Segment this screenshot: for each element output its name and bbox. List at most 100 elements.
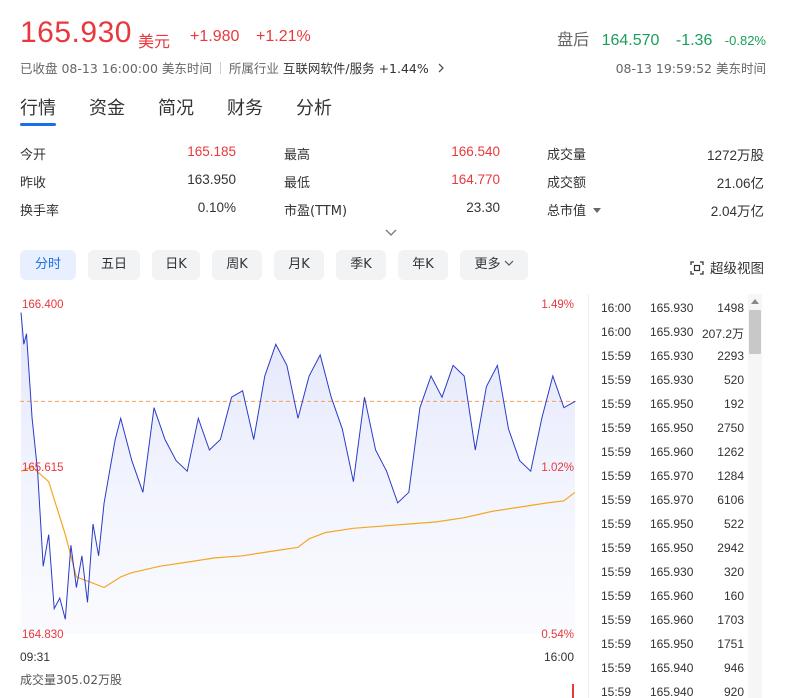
scrollbar-track[interactable] — [748, 294, 762, 698]
period-quarterly[interactable]: 季K — [336, 250, 386, 280]
after-hours-label: 盘后 — [557, 32, 590, 49]
trade-time: 15:59 — [601, 589, 632, 603]
period-yearly[interactable]: 年K — [398, 250, 448, 280]
tab-capital[interactable]: 资金 — [89, 94, 125, 126]
scroll-up-arrow-icon[interactable] — [751, 299, 759, 304]
period-5day[interactable]: 五日 — [88, 250, 140, 280]
main-tabs: 行情 资金 简况 财务 分析 — [20, 94, 365, 126]
price-area — [21, 312, 575, 634]
price-change: +1.980 — [190, 28, 240, 45]
scrollbar-thumb[interactable] — [749, 310, 761, 354]
trade-price: 165.930 — [650, 373, 694, 387]
trade-price: 165.930 — [650, 349, 694, 363]
super-view-button[interactable]: 超级视图 — [690, 257, 764, 277]
market-closed-time: 已收盘 08-13 16:00:00 美东时间 — [20, 61, 212, 76]
industry-link[interactable]: 互联网软件/服务 +1.44% — [283, 61, 445, 76]
trade-price: 165.950 — [650, 637, 694, 651]
period-monthly[interactable]: 月K — [274, 250, 324, 280]
fullscreen-icon — [690, 261, 704, 275]
y-axis-top-label: 166.400 — [22, 299, 64, 311]
quote-time: 08-13 19:59:52 美东时间 — [615, 61, 766, 76]
trade-row: 16:00 165.930 207.2万 — [596, 318, 766, 342]
trade-volume: 2293 — [717, 349, 744, 363]
stat-label: 最高 — [284, 148, 311, 163]
trade-volume: 1284 — [717, 469, 744, 483]
trade-time: 15:59 — [601, 637, 632, 651]
trade-time: 15:59 — [601, 397, 632, 411]
trade-row: 15:59 165.950 1751 — [596, 630, 766, 654]
trade-time: 15:59 — [601, 445, 632, 459]
period-weekly[interactable]: 周K — [212, 250, 262, 280]
trade-price: 165.960 — [650, 613, 694, 627]
market-cap-selector[interactable]: 总市值 — [547, 200, 602, 219]
tab-profile[interactable]: 简况 — [158, 94, 194, 126]
stats-row: 昨收 163.950 最低 164.770 成交额 21.06亿 — [20, 172, 766, 200]
stats-row: 今开 165.185 最高 166.540 成交量 1272万股 — [20, 144, 766, 172]
stat-value: 2.04万亿 — [710, 204, 764, 219]
after-hours-pct: -0.82% — [724, 33, 766, 48]
trade-volume: 522 — [723, 517, 744, 531]
x-axis-end-label: 16:00 — [544, 650, 574, 664]
pct-axis-mid-label: 1.02% — [541, 462, 574, 474]
caret-down-icon — [593, 208, 602, 213]
trade-volume: 1751 — [717, 637, 744, 651]
trade-row: 15:59 165.970 1284 — [596, 462, 766, 486]
intraday-chart-svg: 166.400 165.615 164.830 1.49% 1.02% 0.54… — [20, 299, 576, 698]
period-more-label: 更多 — [474, 257, 501, 272]
stat-label: 成交量 — [547, 148, 587, 163]
stats-grid: 今开 165.185 最高 166.540 成交量 1272万股 昨收 163.… — [20, 144, 766, 228]
trade-volume: 2942 — [717, 541, 744, 555]
trade-time: 15:59 — [601, 421, 632, 435]
stat-value: 0.10% — [197, 200, 236, 215]
stat-value: 23.30 — [466, 200, 500, 215]
expand-chevron-icon[interactable] — [384, 226, 398, 240]
quote-header: 165.930 美元 +1.980 +1.21% 盘后 164.570 -1.3… — [20, 14, 766, 54]
trade-price: 165.940 — [650, 685, 694, 698]
trade-price: 165.930 — [650, 301, 694, 315]
trade-price: 165.930 — [650, 325, 694, 339]
trade-price: 165.950 — [650, 397, 694, 411]
tab-analysis[interactable]: 分析 — [296, 94, 332, 126]
trade-time: 15:59 — [601, 469, 632, 483]
stat-value: 165.185 — [187, 144, 236, 159]
pct-axis-bottom-label: 0.54% — [541, 629, 574, 641]
period-more[interactable]: 更多 — [460, 250, 528, 280]
tab-financials[interactable]: 财务 — [227, 94, 263, 126]
trade-row: 15:59 165.960 160 — [596, 582, 766, 606]
trade-ticks-list[interactable]: 16:00 165.930 1498 16:00 165.930 207.2万 15:59 1… — [596, 294, 766, 698]
trade-row: 15:59 165.950 192 — [596, 390, 766, 414]
trade-price: 165.960 — [650, 445, 694, 459]
y-axis-bottom-label: 164.830 — [22, 629, 64, 641]
trade-row: 16:00 165.930 1498 — [596, 294, 766, 318]
industry-label: 所属行业 — [228, 61, 279, 76]
super-view-label: 超级视图 — [710, 261, 764, 277]
trade-row: 15:59 165.960 1703 — [596, 606, 766, 630]
period-intraday[interactable]: 分时 — [20, 250, 76, 280]
stat-value: 164.770 — [451, 172, 500, 187]
trade-volume: 2750 — [717, 421, 744, 435]
stat-label: 最低 — [284, 176, 311, 191]
period-daily[interactable]: 日K — [152, 250, 200, 280]
trade-volume: 1262 — [717, 445, 744, 459]
stat-label: 市盈(TTM) — [284, 204, 348, 219]
intraday-chart[interactable]: 166.400 165.615 164.830 1.49% 1.02% 0.54… — [20, 294, 576, 698]
trade-row: 15:59 165.960 1262 — [596, 438, 766, 462]
trade-time: 15:59 — [601, 661, 632, 675]
price-change-pct: +1.21% — [256, 28, 311, 45]
currency: 美元 — [138, 32, 171, 51]
trade-time: 15:59 — [601, 613, 632, 627]
chevron-right-icon — [438, 63, 444, 73]
trade-volume: 207.2万 — [701, 327, 744, 341]
stat-label: 成交额 — [547, 176, 587, 191]
trade-price: 165.950 — [650, 517, 694, 531]
trade-time: 15:59 — [601, 373, 632, 387]
trade-volume: 520 — [723, 373, 744, 387]
trade-volume: 320 — [723, 565, 744, 579]
trade-price: 165.950 — [650, 421, 694, 435]
trade-row: 15:59 165.970 6106 — [596, 486, 766, 510]
trade-volume: 946 — [723, 661, 744, 675]
trade-time: 15:59 — [601, 517, 632, 531]
after-hours-price: 164.570 — [601, 32, 660, 49]
stat-value: 166.540 — [451, 144, 500, 159]
tab-quote[interactable]: 行情 — [20, 94, 56, 126]
